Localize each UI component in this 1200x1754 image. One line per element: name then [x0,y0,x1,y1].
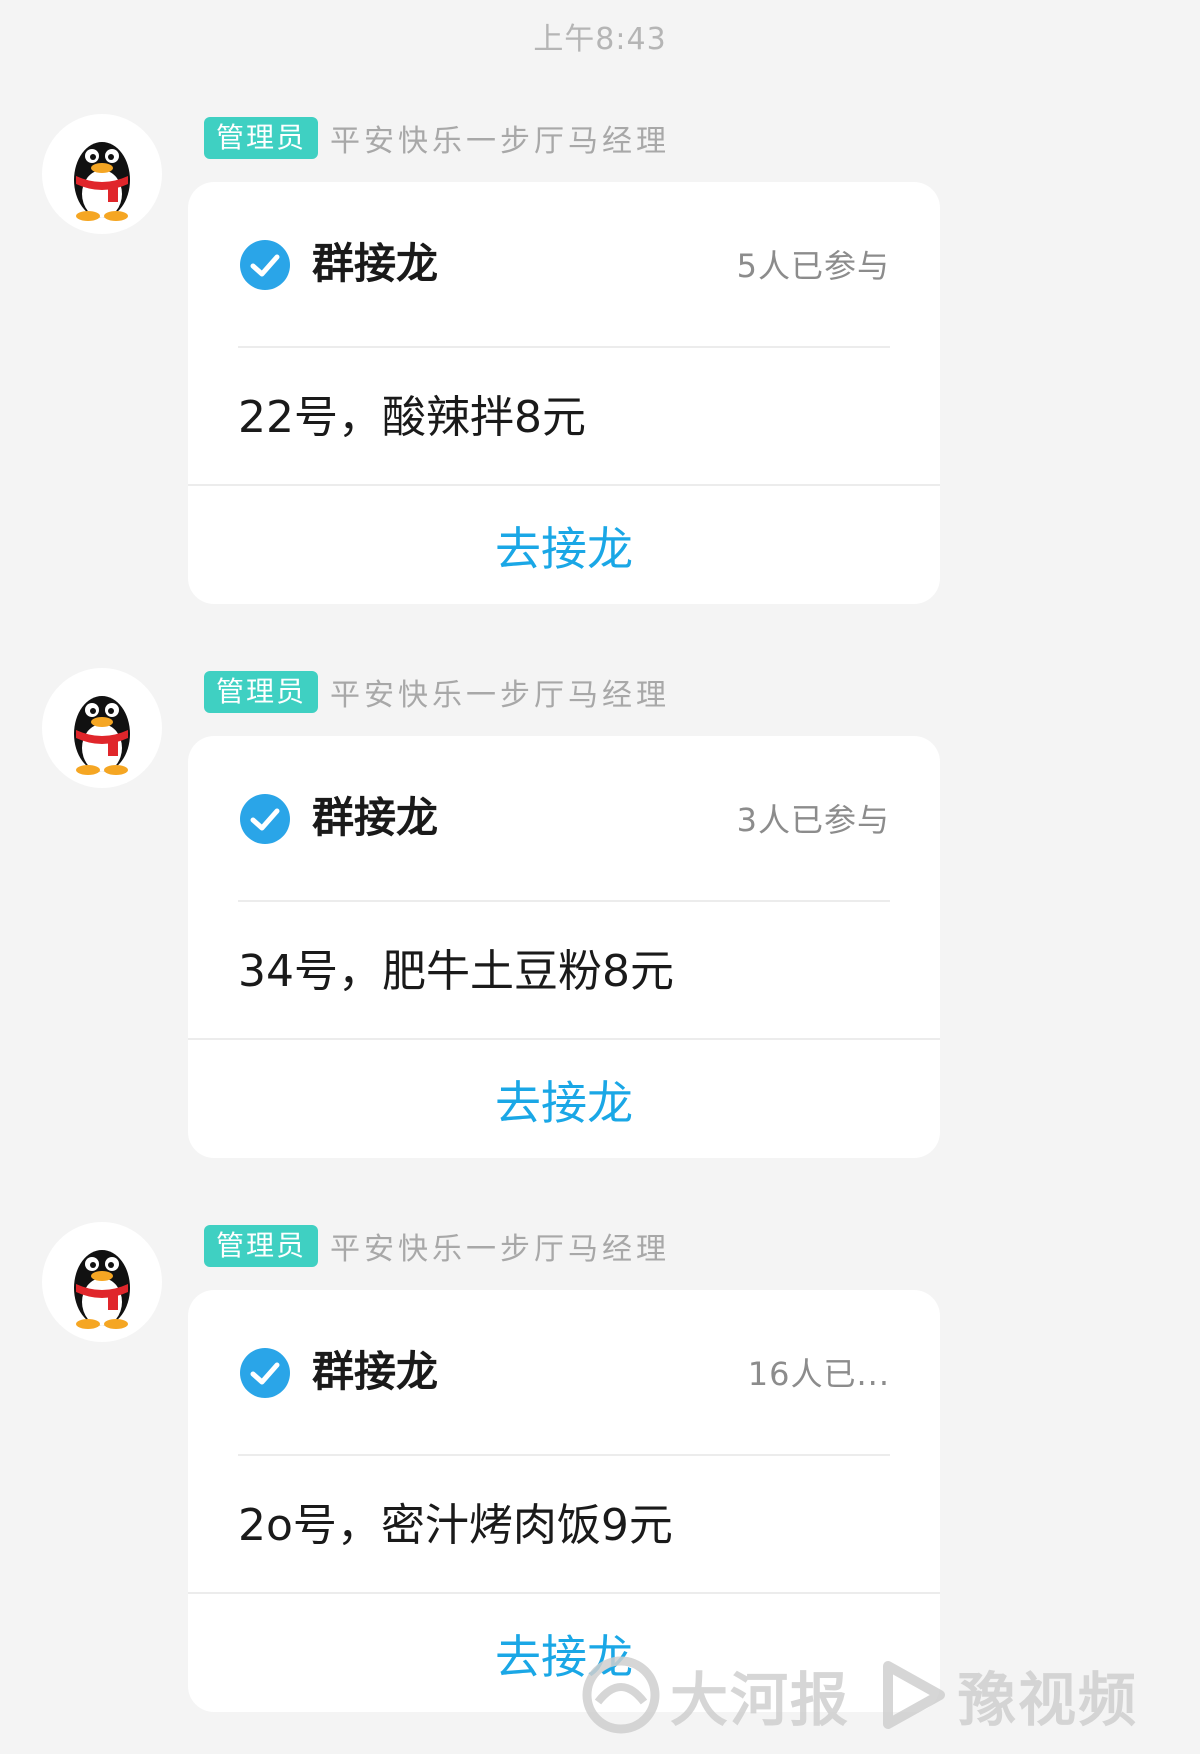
dahe-logo-icon [578,1652,664,1738]
participant-count: 16人已... [747,1355,890,1393]
check-circle-icon [238,792,292,846]
card-body: 2o号，密汁烤肉饭9元 [238,1456,890,1596]
card-header: 群接龙 16人已... [238,1290,890,1456]
participant-count: 3人已参与 [736,801,890,839]
solitaire-card[interactable]: 群接龙 5人已参与 22号，酸辣拌8元 去接龙 [188,182,940,604]
card-header: 群接龙 5人已参与 [238,182,890,348]
check-circle-icon [238,238,292,292]
penguin-avatar-icon [74,142,130,221]
message-timestamp: 上午8:43 [533,22,667,57]
card-body: 22号，酸辣拌8元 [238,348,890,488]
card-header: 群接龙 3人已参与 [238,736,890,902]
avatar[interactable] [42,668,162,788]
penguin-avatar-icon [74,1250,130,1329]
watermark-left-text: 大河报 [670,1666,851,1734]
chat-message: 管理员 平安快乐一步厅马经理 群接龙 5人已参与 22号，酸辣拌8元 去接龙 [0,114,1200,634]
solitaire-card[interactable]: 群接龙 3人已参与 34号，肥牛土豆粉8元 去接龙 [188,736,940,1158]
avatar[interactable] [42,114,162,234]
card-title: 群接龙 [312,1347,439,1396]
sender-line: 管理员 平安快乐一步厅马经理 [204,1224,670,1268]
check-circle-icon [238,1346,292,1400]
watermark: 大河报 豫视频 [578,1650,1188,1740]
play-icon [874,1658,948,1732]
sender-line: 管理员 平安快乐一步厅马经理 [204,116,670,160]
card-body: 34号，肥牛土豆粉8元 [238,902,890,1042]
card-title: 群接龙 [312,793,439,842]
solitaire-item-text: 34号，肥牛土豆粉8元 [238,946,674,997]
participant-count: 5人已参与 [736,247,890,285]
card-title: 群接龙 [312,239,439,288]
solitaire-card[interactable]: 群接龙 16人已... 2o号，密汁烤肉饭9元 去接龙 [188,1290,940,1712]
role-badge: 管理员 [204,117,319,159]
chat-message: 管理员 平安快乐一步厅马经理 群接龙 3人已参与 34号，肥牛土豆粉8元 去接龙 [0,668,1200,1188]
sender-name[interactable]: 平安快乐一步厅马经理 [330,116,670,160]
join-solitaire-button[interactable]: 去接龙 [188,1038,940,1158]
avatar[interactable] [42,1222,162,1342]
role-badge: 管理员 [204,1225,319,1267]
sender-name[interactable]: 平安快乐一步厅马经理 [330,1224,670,1268]
sender-name[interactable]: 平安快乐一步厅马经理 [330,670,670,714]
sender-line: 管理员 平安快乐一步厅马经理 [204,670,670,714]
join-solitaire-button[interactable]: 去接龙 [188,484,940,604]
solitaire-item-text: 22号，酸辣拌8元 [238,392,586,443]
watermark-right-text: 豫视频 [958,1666,1139,1734]
penguin-avatar-icon [74,696,130,775]
role-badge: 管理员 [204,671,319,713]
solitaire-item-text: 2o号，密汁烤肉饭9元 [238,1500,673,1551]
